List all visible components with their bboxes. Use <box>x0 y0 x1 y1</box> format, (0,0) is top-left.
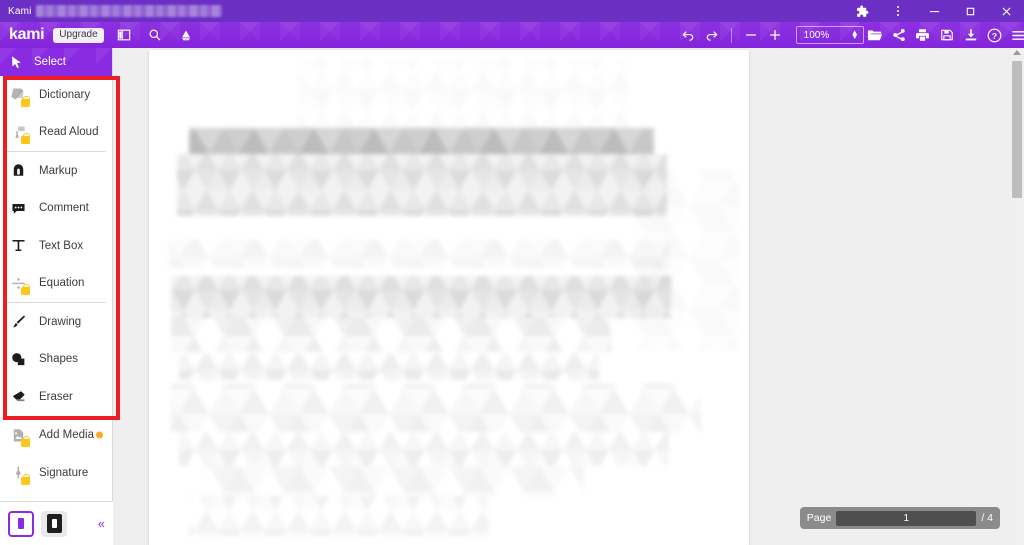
cursor-arrow-icon <box>9 55 24 70</box>
sidebar-item-signature[interactable]: Signature <box>0 454 112 492</box>
light-view-toggle[interactable] <box>8 510 34 537</box>
toolbar-right-group: ? <box>864 24 1024 46</box>
undo-icon[interactable] <box>677 24 699 46</box>
sidebar-bottom-bar: « <box>0 501 113 545</box>
google-drive-icon[interactable] <box>175 24 197 46</box>
sidebar-item-select-label: Select <box>34 56 66 68</box>
sidebar-item-dictionary[interactable]: Dictionary <box>0 76 112 114</box>
sidebar-item-read-aloud[interactable]: Read Aloud <box>0 114 112 152</box>
open-folder-icon[interactable] <box>864 24 886 46</box>
comment-bubble-icon <box>8 198 28 218</box>
text-t-icon <box>8 236 28 256</box>
sidebar-item-label: Markup <box>39 164 78 177</box>
hamburger-menu-icon[interactable] <box>1008 24 1024 46</box>
lock-badge-icon <box>21 95 30 107</box>
page-indicator: Page / 4 <box>799 507 1000 529</box>
scrollbar-thumb[interactable] <box>1012 61 1022 198</box>
zoom-out-icon[interactable] <box>740 24 762 46</box>
new-feature-dot-icon <box>96 431 103 439</box>
sidebar-item-label: Eraser <box>39 390 73 403</box>
save-icon[interactable] <box>936 24 958 46</box>
window-title-redacted <box>35 5 222 17</box>
book-icon <box>8 85 30 107</box>
print-icon[interactable] <box>912 24 934 46</box>
sidebar-item-label: Text Box <box>39 239 84 252</box>
highlighter-icon <box>8 161 28 181</box>
sidebar-item-label: Add Media <box>39 429 94 442</box>
extensions-puzzle-icon[interactable] <box>844 0 880 22</box>
sidebar-item-markup[interactable]: Markup <box>0 152 112 190</box>
lock-badge-icon <box>21 284 30 296</box>
zoom-level-select[interactable]: 100% ▲ ▼ <box>795 26 864 44</box>
window-title: Kami <box>8 5 32 17</box>
kami-app-window: Kami kami Upgrade 100% ▲ ▼ ? Select Dict… <box>0 0 1024 545</box>
zoom-in-icon[interactable] <box>764 24 786 46</box>
sidebar-item-label: Shapes <box>39 353 79 366</box>
document-page[interactable] <box>149 50 749 545</box>
sidebar-item-shapes[interactable]: Shapes <box>0 341 112 379</box>
viewer-scrollbar[interactable] <box>1010 48 1024 545</box>
sidebar-item-select[interactable]: Select <box>0 48 112 76</box>
sidebar-item-drawing[interactable]: Drawing <box>0 303 112 341</box>
shapes-icon <box>8 349 28 369</box>
lock-badge-icon <box>21 133 30 145</box>
page-label: Page <box>806 512 832 524</box>
redacted-document-content <box>149 50 749 545</box>
page-number-input[interactable] <box>836 510 977 526</box>
collapse-sidebar-icon[interactable]: « <box>98 517 105 530</box>
page-total-label: / 4 <box>981 512 993 524</box>
sidebar-item-text-box[interactable]: Text Box <box>0 227 112 265</box>
microphone-icon <box>8 122 30 145</box>
sidebar-item-label: Drawing <box>39 315 82 328</box>
toolbar-divider <box>730 27 732 43</box>
kami-logo[interactable]: kami <box>9 27 45 43</box>
upgrade-button[interactable]: Upgrade <box>53 27 104 43</box>
zoom-level-value: 100% <box>803 29 830 41</box>
sidebar-item-label: Dictionary <box>39 88 91 101</box>
scroll-up-arrow-icon[interactable] <box>1013 50 1021 55</box>
sidebar-item-add-media[interactable]: Add Media <box>0 417 112 455</box>
dark-view-toggle[interactable] <box>41 510 67 537</box>
redo-icon[interactable] <box>701 24 723 46</box>
minimize-icon[interactable] <box>916 0 952 22</box>
division-sign-icon <box>8 273 30 296</box>
maximize-icon[interactable] <box>952 0 988 22</box>
share-icon[interactable] <box>888 24 910 46</box>
search-icon[interactable] <box>144 24 166 46</box>
toolbar-left-group: kami Upgrade <box>0 24 197 46</box>
sidebar-item-label: Comment <box>39 202 89 215</box>
sidebar-item-equation[interactable]: Equation <box>0 265 112 303</box>
sidebar-item-eraser[interactable]: Eraser <box>0 378 112 416</box>
eraser-icon <box>8 387 28 407</box>
mosaic-blur-overlay <box>169 60 739 536</box>
signature-icon <box>8 463 30 485</box>
sidebar-item-label: Equation <box>39 277 85 290</box>
sidebar-item-label: Read Aloud <box>39 126 99 139</box>
sidebar-item-label: Signature <box>39 466 89 479</box>
paintbrush-icon <box>8 312 28 332</box>
sidebar-item-comment[interactable]: Comment <box>0 190 112 228</box>
panel-toggle-icon[interactable] <box>113 24 135 46</box>
image-file-icon <box>8 425 30 448</box>
close-icon[interactable] <box>988 0 1024 22</box>
document-viewer: Page / 4 <box>113 48 1024 545</box>
toolbar-center-group: 100% ▲ ▼ <box>677 24 864 46</box>
lock-badge-icon <box>21 436 30 448</box>
browser-menu-icon[interactable] <box>880 0 916 22</box>
kebab-dots <box>897 5 899 17</box>
svg-text:?: ? <box>992 30 997 40</box>
browser-title-bar: Kami <box>0 0 1024 22</box>
kami-toolbar: kami Upgrade 100% ▲ ▼ ? <box>0 22 1024 48</box>
spinner-arrows-icon: ▲ ▼ <box>850 27 859 41</box>
help-icon[interactable]: ? <box>984 24 1006 46</box>
tool-sidebar: Select Dictionary Read Aloud Markup Comm… <box>0 48 113 545</box>
download-icon[interactable] <box>960 24 982 46</box>
lock-badge-icon <box>21 473 30 485</box>
